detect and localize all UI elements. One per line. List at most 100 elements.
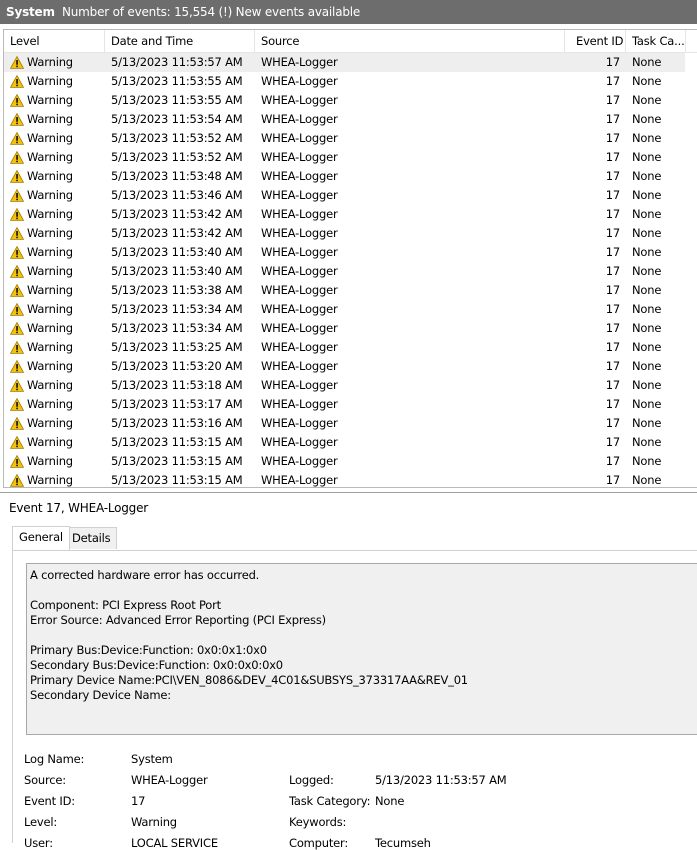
table-row[interactable]: Warning 5/13/2023 11:53:34 AM WHEA-Logger 1… bbox=[4, 300, 697, 319]
column-header-task-category[interactable]: Task Ca... bbox=[626, 30, 686, 53]
task-category-cell: None bbox=[632, 112, 662, 126]
tab-details[interactable]: Details bbox=[65, 527, 118, 549]
event-id-cell: 17 bbox=[605, 150, 620, 164]
general-tab-panel: A corrected hardware error has occurred.… bbox=[12, 550, 697, 850]
table-row[interactable]: Warning 5/13/2023 11:53:25 AM WHEA-Logger 1… bbox=[4, 338, 697, 357]
warning-icon bbox=[9, 207, 25, 221]
event-id-cell: 17 bbox=[605, 188, 620, 202]
computer-label: Computer: bbox=[289, 836, 349, 850]
event-id-cell: 17 bbox=[605, 283, 620, 297]
table-row[interactable]: Warning 5/13/2023 11:53:46 AM WHEA-Logger 1… bbox=[4, 186, 697, 205]
event-id-cell: 17 bbox=[605, 416, 620, 430]
level-text: Warning bbox=[27, 226, 73, 240]
table-row[interactable]: Warning 5/13/2023 11:53:42 AM WHEA-Logger 1… bbox=[4, 224, 697, 243]
column-header-level[interactable]: Level bbox=[4, 30, 105, 53]
level-cell: Warning bbox=[9, 129, 73, 148]
message-line: Error Source: Advanced Error Reporting (… bbox=[30, 613, 326, 627]
event-id-cell: 17 bbox=[605, 435, 620, 449]
warning-icon bbox=[9, 131, 25, 145]
warning-icon bbox=[9, 283, 25, 297]
table-row[interactable]: Warning 5/13/2023 11:53:55 AM WHEA-Logger 1… bbox=[4, 72, 697, 91]
warning-icon bbox=[9, 150, 25, 164]
message-line: Secondary Bus:Device:Function: 0x0:0x0:0… bbox=[30, 658, 283, 672]
warning-icon bbox=[9, 397, 25, 411]
source-cell: WHEA-Logger bbox=[261, 435, 338, 449]
table-row[interactable]: Warning 5/13/2023 11:53:40 AM WHEA-Logger 1… bbox=[4, 262, 697, 281]
table-row[interactable]: Warning 5/13/2023 11:53:15 AM WHEA-Logger 1… bbox=[4, 471, 697, 487]
level-text: Warning bbox=[27, 473, 73, 487]
datetime-cell: 5/13/2023 11:53:34 AM bbox=[111, 321, 243, 335]
task-category-label: Task Category: bbox=[289, 794, 371, 808]
level-cell: Warning bbox=[9, 91, 73, 110]
level-text: Warning bbox=[27, 150, 73, 164]
tab-general[interactable]: General bbox=[12, 526, 70, 550]
column-header-event-id[interactable]: Event ID bbox=[565, 30, 626, 53]
warning-icon bbox=[9, 454, 25, 468]
event-id-cell: 17 bbox=[605, 378, 620, 392]
level-cell: Warning bbox=[9, 281, 73, 300]
warning-icon bbox=[9, 359, 25, 373]
warning-icon bbox=[9, 302, 25, 316]
table-row[interactable]: Warning 5/13/2023 11:53:16 AM WHEA-Logger 1… bbox=[4, 414, 697, 433]
source-cell: WHEA-Logger bbox=[261, 283, 338, 297]
datetime-cell: 5/13/2023 11:53:34 AM bbox=[111, 302, 243, 316]
source-cell: WHEA-Logger bbox=[261, 340, 338, 354]
table-row[interactable]: Warning 5/13/2023 11:53:55 AM WHEA-Logger 1… bbox=[4, 91, 697, 110]
task-category-cell: None bbox=[632, 131, 662, 145]
table-row[interactable]: Warning 5/13/2023 11:53:57 AM WHEA-Logger 1… bbox=[4, 53, 685, 72]
table-row[interactable]: Warning 5/13/2023 11:53:52 AM WHEA-Logger 1… bbox=[4, 148, 697, 167]
datetime-cell: 5/13/2023 11:53:46 AM bbox=[111, 188, 243, 202]
level-cell: Warning bbox=[9, 186, 73, 205]
table-row[interactable]: Warning 5/13/2023 11:53:15 AM WHEA-Logger 1… bbox=[4, 433, 697, 452]
table-row[interactable]: Warning 5/13/2023 11:53:18 AM WHEA-Logger 1… bbox=[4, 376, 697, 395]
message-line bbox=[30, 628, 695, 643]
table-row[interactable]: Warning 5/13/2023 11:53:17 AM WHEA-Logger 1… bbox=[4, 395, 697, 414]
datetime-cell: 5/13/2023 11:53:15 AM bbox=[111, 473, 243, 487]
table-row[interactable]: Warning 5/13/2023 11:53:42 AM WHEA-Logger 1… bbox=[4, 205, 697, 224]
source-cell: WHEA-Logger bbox=[261, 207, 338, 221]
event-count-info: Number of events: 15,554 (!) New events … bbox=[62, 5, 361, 19]
event-id-cell: 17 bbox=[605, 359, 620, 373]
column-header-date-time[interactable]: Date and Time bbox=[105, 30, 255, 53]
table-row[interactable]: Warning 5/13/2023 11:53:52 AM WHEA-Logger 1… bbox=[4, 129, 697, 148]
task-category-cell: None bbox=[632, 321, 662, 335]
table-row[interactable]: Warning 5/13/2023 11:53:20 AM WHEA-Logger 1… bbox=[4, 357, 697, 376]
table-row[interactable]: Warning 5/13/2023 11:53:38 AM WHEA-Logger 1… bbox=[4, 281, 697, 300]
warning-icon bbox=[9, 245, 25, 259]
warning-icon bbox=[9, 93, 25, 107]
user-label: User: bbox=[24, 836, 53, 850]
datetime-cell: 5/13/2023 11:53:40 AM bbox=[111, 245, 243, 259]
event-message-box[interactable]: A corrected hardware error has occurred.… bbox=[26, 563, 697, 735]
source-cell: WHEA-Logger bbox=[261, 264, 338, 278]
task-category-cell: None bbox=[632, 340, 662, 354]
grid-header: Level Date and Time Source Event ID Task… bbox=[4, 30, 697, 53]
source-cell: WHEA-Logger bbox=[261, 169, 338, 183]
level-text: Warning bbox=[27, 74, 73, 88]
table-row[interactable]: Warning 5/13/2023 11:53:15 AM WHEA-Logger 1… bbox=[4, 452, 697, 471]
event-id-cell: 17 bbox=[605, 454, 620, 468]
datetime-cell: 5/13/2023 11:53:17 AM bbox=[111, 397, 243, 411]
source-cell: WHEA-Logger bbox=[261, 55, 338, 69]
event-id-cell: 17 bbox=[605, 93, 620, 107]
level-cell: Warning bbox=[9, 224, 73, 243]
level-text: Warning bbox=[27, 207, 73, 221]
level-text: Warning bbox=[27, 93, 73, 107]
source-cell: WHEA-Logger bbox=[261, 397, 338, 411]
warning-icon bbox=[9, 188, 25, 202]
table-row[interactable]: Warning 5/13/2023 11:53:48 AM WHEA-Logger 1… bbox=[4, 167, 697, 186]
column-header-source[interactable]: Source bbox=[255, 30, 565, 53]
datetime-cell: 5/13/2023 11:53:15 AM bbox=[111, 454, 243, 468]
events-grid[interactable]: Level Date and Time Source Event ID Task… bbox=[3, 29, 697, 488]
event-id-cell: 17 bbox=[605, 74, 620, 88]
computer-value: Tecumseh bbox=[375, 836, 431, 850]
level-cell: Warning bbox=[9, 414, 73, 433]
log-name-value: System bbox=[131, 752, 173, 766]
message-line: Secondary Device Name: bbox=[30, 688, 171, 702]
datetime-cell: 5/13/2023 11:53:42 AM bbox=[111, 207, 243, 221]
table-row[interactable]: Warning 5/13/2023 11:53:34 AM WHEA-Logger 1… bbox=[4, 319, 697, 338]
logged-value: 5/13/2023 11:53:57 AM bbox=[375, 773, 507, 787]
level-text: Warning bbox=[27, 340, 73, 354]
table-row[interactable]: Warning 5/13/2023 11:53:40 AM WHEA-Logger 1… bbox=[4, 243, 697, 262]
table-row[interactable]: Warning 5/13/2023 11:53:54 AM WHEA-Logger 1… bbox=[4, 110, 697, 129]
warning-icon bbox=[9, 226, 25, 240]
